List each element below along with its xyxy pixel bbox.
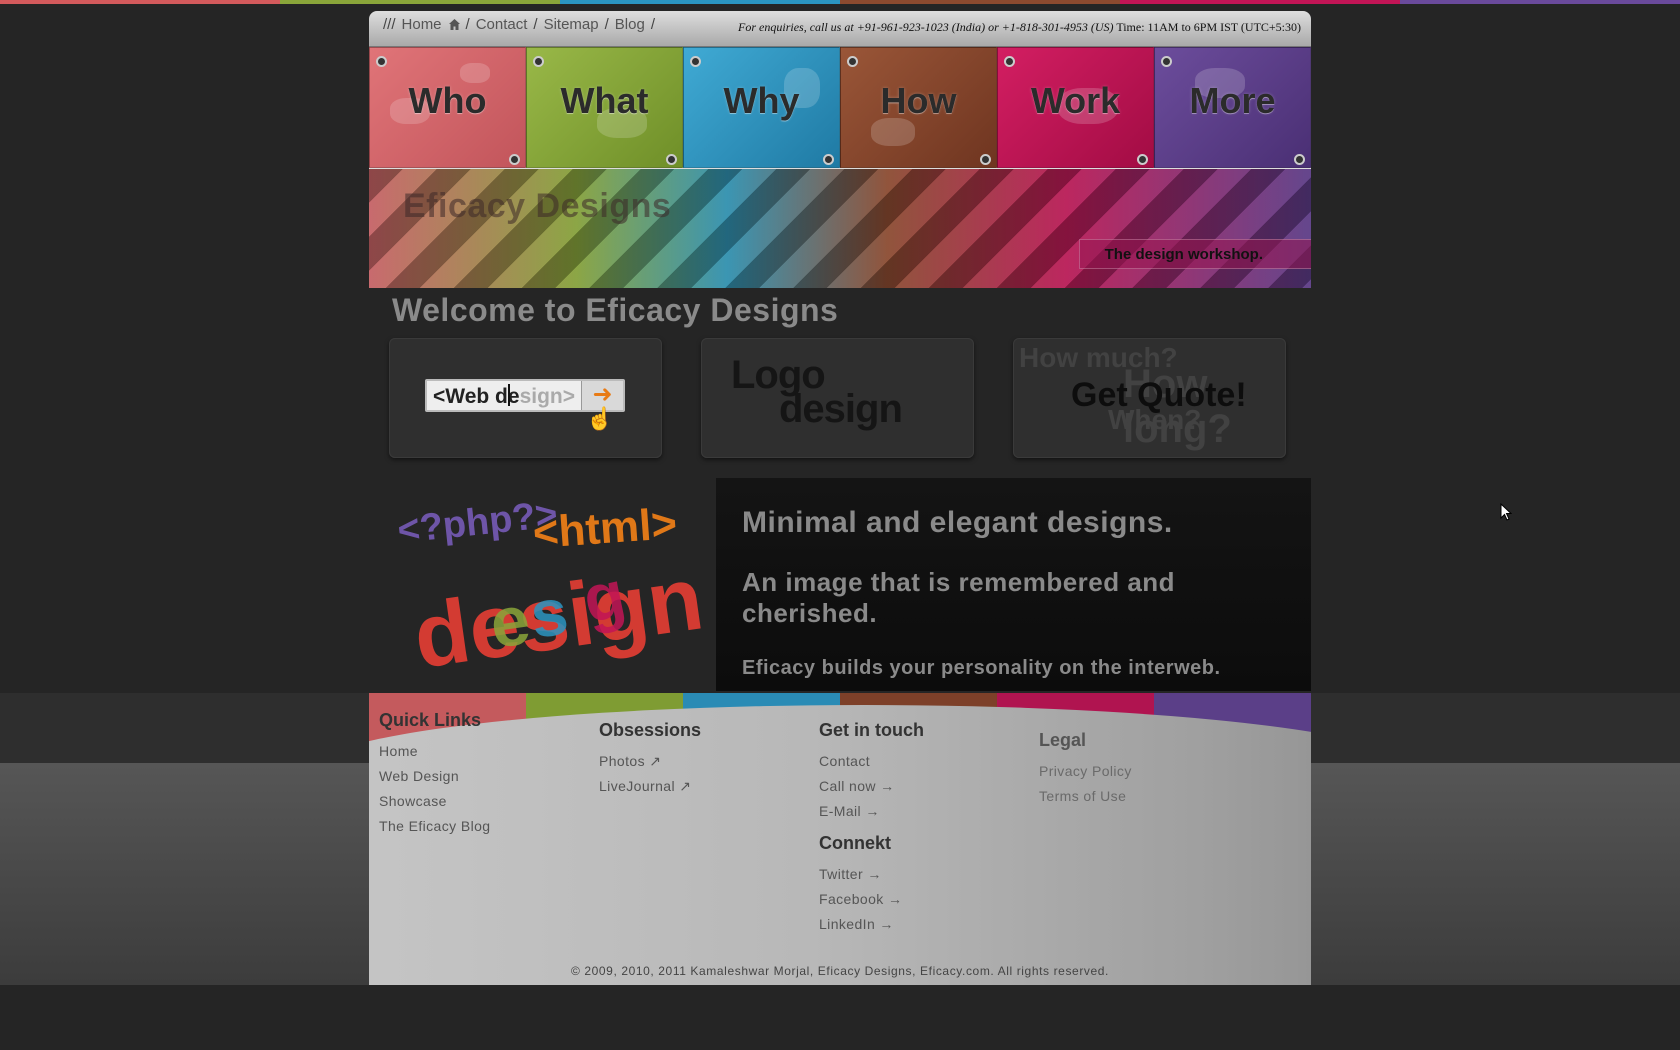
hand-pointer-icon: ☝ — [586, 406, 614, 431]
footer-link-linkedin[interactable]: LinkedIn → — [819, 912, 924, 937]
footer-link-blog[interactable]: The Eficacy Blog — [379, 814, 490, 839]
enquiry-hours: Time: 11AM to 6PM IST (UTC+5:30) — [1116, 20, 1301, 34]
logo-design-word2: design — [779, 387, 903, 431]
get-quote-label: Get Quote! — [1071, 376, 1247, 414]
footer-heading: Quick Links — [379, 710, 482, 730]
logo-design-card[interactable]: Logo design — [701, 338, 974, 458]
screw-icon — [1294, 154, 1305, 165]
footer-heading: Legal — [1039, 730, 1087, 750]
contact-link[interactable]: Contact — [476, 16, 528, 33]
enquiry-info: For enquiries, call us at +91-961-923-10… — [738, 20, 1301, 35]
design-illustration: <?php?> <html> design e s g — [369, 478, 716, 691]
text-cursor-icon — [508, 384, 510, 406]
screw-icon — [1161, 56, 1172, 67]
feature-line-3: Eficacy builds your personality on the i… — [742, 657, 1221, 679]
footer-link-home[interactable]: Home — [379, 739, 490, 764]
footer-link-livejournal[interactable]: LiveJournal ↗ — [599, 774, 701, 799]
screw-icon — [1004, 56, 1015, 67]
footer-link-showcase[interactable]: Showcase — [379, 789, 490, 814]
breadcrumb-separator: / — [465, 16, 470, 33]
main-nav: Who What Why How Work More — [369, 47, 1311, 168]
logo-design-graphic: Logo design — [731, 355, 903, 431]
get-quote-card[interactable]: How much? How long? When? Get Quote! — [1013, 338, 1286, 458]
screw-icon — [847, 56, 858, 67]
nav-label: Who — [408, 80, 487, 121]
sitemap-link[interactable]: Sitemap — [544, 16, 599, 33]
footer-link-photos[interactable]: Photos ↗ — [599, 749, 701, 774]
feature-section: <?php?> <html> design e s g Minimal and … — [369, 478, 1311, 691]
web-design-text: <Web de — [433, 385, 520, 408]
breadcrumb: /// Home / Contact / Sitemap / Blog / — [383, 16, 655, 33]
footer-link-facebook[interactable]: Facebook → — [819, 887, 924, 912]
nav-tile-why[interactable]: Why — [683, 47, 840, 168]
banner-tagline: The design workshop. — [1079, 239, 1311, 269]
footer-link-web-design[interactable]: Web Design — [379, 764, 490, 789]
copyright: © 2009, 2010, 2011 Kamaleshwar Morjal, E… — [570, 964, 1109, 978]
color-strip-top — [0, 0, 1680, 4]
enquiry-phones: For enquiries, call us at +91-961-923-10… — [738, 20, 1114, 34]
footer-link-email[interactable]: E-Mail → — [819, 799, 924, 824]
nav-label: How — [880, 80, 957, 121]
footer: Quick Links Home Web Design Showcase The… — [369, 693, 1311, 985]
home-link[interactable]: Home — [402, 16, 442, 33]
art-html-text: <html> — [531, 499, 678, 558]
page-container: /// Home / Contact / Sitemap / Blog / Fo… — [369, 11, 1311, 691]
breadcrumb-separator: / — [604, 16, 609, 33]
hero-banner: Eficacy Designs The design workshop. — [369, 168, 1311, 288]
screw-icon — [376, 56, 387, 67]
blog-link[interactable]: Blog — [615, 16, 645, 33]
nav-label: Why — [723, 80, 800, 121]
nav-tile-work[interactable]: Work — [997, 47, 1154, 168]
web-design-text-faded: sign> — [519, 385, 575, 408]
screw-icon — [690, 56, 701, 67]
screw-icon — [533, 56, 544, 67]
nav-tile-who[interactable]: Who — [369, 47, 526, 168]
feature-line-2: An image that is remembered and cherishe… — [742, 567, 1176, 628]
screw-icon — [1137, 154, 1148, 165]
feature-copy: Minimal and elegant designs. An image th… — [716, 478, 1311, 691]
screw-icon — [509, 154, 520, 165]
web-design-card[interactable]: <Web design> ➜ ☝ — [389, 338, 662, 458]
breadcrumb-separator: / — [650, 16, 655, 33]
banner-brand: Eficacy Designs — [403, 187, 672, 225]
breadcrumb-lead: /// — [383, 16, 396, 33]
nav-tile-how[interactable]: How — [840, 47, 997, 168]
footer-obsessions: Obsessions Photos ↗ LiveJournal ↗ — [599, 720, 701, 799]
feature-line-1: Minimal and elegant designs. — [742, 506, 1173, 539]
screw-icon — [666, 154, 677, 165]
services-row: <Web design> ➜ ☝ Logo design How much? H… — [389, 338, 1311, 458]
screw-icon — [980, 154, 991, 165]
footer-heading: Connekt — [819, 833, 891, 853]
footer-link-contact[interactable]: Contact — [819, 749, 924, 774]
nav-label: More — [1189, 80, 1276, 121]
nav-tile-what[interactable]: What — [526, 47, 683, 168]
nav-label: What — [560, 80, 649, 121]
screw-icon — [823, 154, 834, 165]
footer-legal: Legal Privacy Policy Terms of Use — [1039, 730, 1132, 809]
nav-tile-more[interactable]: More — [1154, 47, 1311, 168]
home-icon[interactable] — [448, 19, 460, 30]
breadcrumb-separator: / — [533, 16, 538, 33]
footer-quick-links: Quick Links Home Web Design Showcase The… — [379, 710, 490, 839]
footer-link-call-now[interactable]: Call now → — [819, 774, 924, 799]
footer-link-privacy[interactable]: Privacy Policy — [1039, 759, 1132, 784]
footer-link-twitter[interactable]: Twitter → — [819, 862, 924, 887]
nav-label: Work — [1030, 80, 1121, 121]
footer-heading: Obsessions — [599, 720, 702, 740]
page-title: Welcome to Eficacy Designs — [392, 292, 839, 328]
mouse-pointer-icon — [1500, 503, 1512, 521]
footer-get-in-touch: Get in touch Contact Call now → E-Mail →… — [819, 720, 924, 937]
footer-heading: Get in touch — [819, 720, 924, 740]
footer-link-terms[interactable]: Terms of Use — [1039, 784, 1132, 809]
top-bar: /// Home / Contact / Sitemap / Blog / Fo… — [369, 11, 1311, 47]
